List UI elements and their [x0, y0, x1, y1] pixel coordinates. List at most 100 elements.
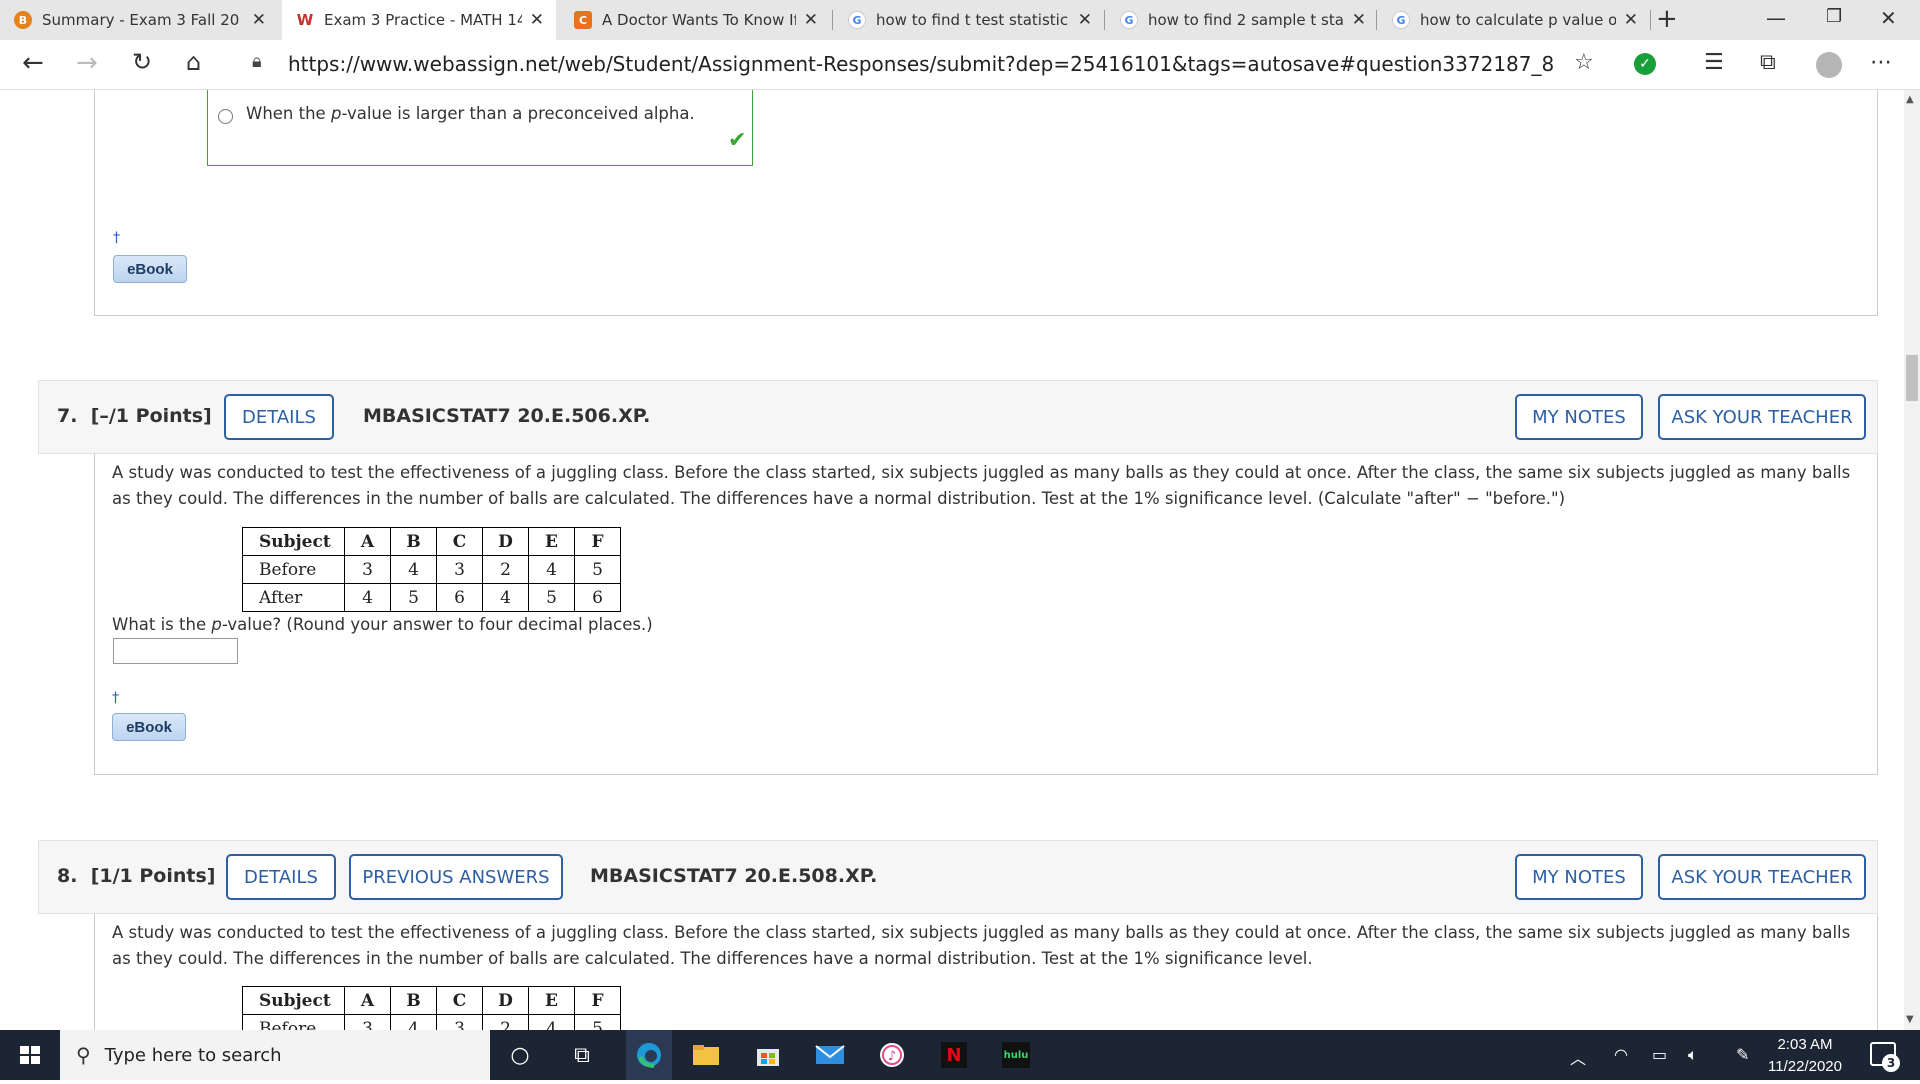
question-7-header: 7. [–/1 Points] DETAILS MBASICSTAT7 20.E… — [38, 380, 1878, 454]
close-icon[interactable]: ✕ — [530, 10, 544, 30]
ebook-button[interactable]: eBook — [113, 255, 187, 283]
battery-icon[interactable]: ▭ — [1652, 1045, 1667, 1064]
page-scrollbar[interactable] — [1904, 90, 1920, 1030]
question-7-text: A study was conducted to test the effect… — [112, 463, 1851, 508]
table-row: After 4 5 6 4 5 6 — [242, 583, 621, 612]
ebook-button[interactable]: eBook — [112, 713, 186, 741]
cortana-icon[interactable]: ○ — [504, 1040, 536, 1070]
question-number-points: 7. [–/1 Points] — [57, 405, 212, 427]
tab-title: Exam 3 Practice - MATH 140 — [324, 11, 522, 29]
restore-icon[interactable]: ❐ — [1826, 6, 1842, 27]
show-hidden-icons-chevron-icon[interactable]: ︿ — [1570, 1045, 1586, 1069]
question-6-body: When the p-value is larger than a precon… — [94, 90, 1878, 316]
itunes-icon[interactable]: ♪ — [876, 1040, 908, 1070]
extension-check-icon[interactable]: ✓ — [1634, 53, 1656, 75]
file-explorer-icon[interactable] — [690, 1040, 722, 1070]
dagger-marker: † — [112, 690, 119, 706]
windows-taskbar: ⚲ Type here to search ○ ⧉ ♪ N hulu ︿ ◠ ▭… — [0, 1030, 1920, 1080]
taskbar-search-box[interactable]: ⚲ Type here to search — [60, 1030, 490, 1080]
close-icon[interactable]: ✕ — [1352, 10, 1366, 30]
search-icon: ⚲ — [76, 1043, 91, 1067]
webassign-icon: W — [296, 11, 314, 29]
correct-check-icon: ✔ — [728, 128, 747, 153]
data-table: Subject A B C D E F Before 3 4 3 2 4 5 A… — [242, 527, 621, 612]
system-clock[interactable]: 2:03 AM 11/22/2020 — [1760, 1034, 1850, 1078]
favorite-star-icon[interactable]: ☆ — [1574, 50, 1594, 75]
back-arrow-icon[interactable]: ← — [22, 48, 44, 78]
forward-arrow-icon[interactable]: → — [76, 48, 98, 78]
tab-google-t-test[interactable]: G how to find t test statistic on ✕ — [834, 0, 1104, 40]
window-close-icon[interactable]: ✕ — [1880, 6, 1897, 30]
question-code: MBASICSTAT7 20.E.508.XP. — [590, 865, 878, 887]
tab-title: Summary - Exam 3 Fall 20 - F — [42, 11, 244, 29]
tab-doctor-wants[interactable]: C A Doctor Wants To Know If A ✕ — [560, 0, 830, 40]
scroll-down-icon[interactable]: ▼ — [1906, 1014, 1914, 1025]
tab-google-p-value[interactable]: G how to calculate p value on ✕ — [1378, 0, 1650, 40]
tab-title: A Doctor Wants To Know If A — [602, 11, 796, 29]
close-icon[interactable]: ✕ — [804, 10, 818, 30]
tab-summary-exam3[interactable]: B Summary - Exam 3 Fall 20 - F ✕ — [0, 0, 278, 40]
windows-start-icon[interactable] — [0, 1030, 60, 1080]
tab-exam3-practice[interactable]: W Exam 3 Practice - MATH 140 ✕ — [282, 0, 556, 40]
pen-workspace-icon[interactable]: ✎ — [1736, 1045, 1749, 1064]
scroll-up-icon[interactable]: ▲ — [1906, 94, 1914, 105]
minimize-icon[interactable]: — — [1766, 6, 1786, 30]
google-icon: G — [848, 11, 866, 29]
orange-b-icon: B — [14, 11, 32, 29]
ask-teacher-button[interactable]: ASK YOUR TEACHER — [1658, 854, 1866, 900]
url-field[interactable]: https://www.webassign.net/web/Student/As… — [288, 52, 1554, 76]
question-8-text: A study was conducted to test the effect… — [112, 923, 1851, 968]
clock-date: 11/22/2020 — [1768, 1058, 1842, 1075]
table-row: Before 3 4 3 2 4 5 — [242, 1014, 621, 1030]
radio-option-larger[interactable] — [218, 109, 233, 124]
table-row: Before 3 4 3 2 4 5 — [242, 555, 621, 584]
question-code: MBASICSTAT7 20.E.506.XP. — [363, 405, 651, 427]
home-icon[interactable]: ⌂ — [186, 48, 201, 76]
netflix-icon[interactable]: N — [938, 1040, 970, 1070]
new-tab-icon[interactable]: + — [1656, 4, 1678, 34]
hulu-icon[interactable]: hulu — [1000, 1040, 1032, 1070]
p-value-input[interactable] — [113, 638, 238, 664]
google-icon: G — [1120, 11, 1138, 29]
store-icon[interactable] — [752, 1040, 784, 1070]
details-button[interactable]: DETAILS — [226, 854, 336, 900]
wifi-icon[interactable]: ◠ — [1614, 1045, 1628, 1064]
profile-avatar[interactable] — [1816, 52, 1842, 78]
tab-title: how to find 2 sample t statis — [1148, 11, 1344, 29]
close-icon[interactable]: ✕ — [252, 10, 266, 30]
search-placeholder: Type here to search — [104, 1044, 282, 1066]
table-header-row: Subject A B C D E F — [242, 527, 621, 556]
clock-time: 2:03 AM — [1777, 1036, 1833, 1053]
previous-answers-button[interactable]: PREVIOUS ANSWERS — [349, 854, 563, 900]
google-icon: G — [1392, 11, 1410, 29]
scrollbar-thumb[interactable] — [1906, 355, 1918, 401]
tab-title: how to calculate p value on — [1420, 11, 1616, 29]
tab-title: how to find t test statistic on — [876, 11, 1070, 29]
dagger-marker: † — [113, 230, 120, 246]
refresh-icon[interactable]: ↻ — [132, 48, 152, 76]
answer-box: When the p-value is larger than a precon… — [207, 90, 753, 166]
mail-icon[interactable] — [814, 1040, 846, 1070]
my-notes-button[interactable]: MY NOTES — [1515, 854, 1643, 900]
volume-icon[interactable]: 🔈︎ — [1688, 1045, 1698, 1065]
task-view-icon[interactable]: ⧉ — [566, 1040, 598, 1070]
answer-prompt: What is the p-value? (Round your answer … — [112, 615, 653, 634]
data-table: Subject A B C D E F Before 3 4 3 2 4 5 — [242, 986, 621, 1030]
table-header-row: Subject A B C D E F — [242, 986, 621, 1015]
question-8-header: 8. [1/1 Points] DETAILS PREVIOUS ANSWERS… — [38, 840, 1878, 914]
more-menu-icon[interactable]: ⋯ — [1870, 50, 1892, 75]
address-toolbar: ← → ↻ ⌂ 🔒︎ https://www.webassign.net/web… — [0, 40, 1920, 90]
ask-teacher-button[interactable]: ASK YOUR TEACHER — [1658, 394, 1866, 440]
lock-icon: 🔒︎ — [252, 51, 262, 72]
close-icon[interactable]: ✕ — [1624, 10, 1638, 30]
chegg-icon: C — [574, 11, 592, 29]
notification-count-badge: 3 — [1882, 1054, 1900, 1072]
close-icon[interactable]: ✕ — [1078, 10, 1092, 30]
favorites-list-icon[interactable]: ☰ — [1704, 50, 1724, 75]
tab-google-2-sample[interactable]: G how to find 2 sample t statis ✕ — [1106, 0, 1378, 40]
question-number-points: 8. [1/1 Points] — [57, 865, 216, 887]
my-notes-button[interactable]: MY NOTES — [1515, 394, 1643, 440]
details-button[interactable]: DETAILS — [224, 394, 334, 440]
edge-browser-icon[interactable] — [626, 1030, 672, 1080]
collections-icon[interactable]: ⧉ — [1760, 50, 1776, 75]
